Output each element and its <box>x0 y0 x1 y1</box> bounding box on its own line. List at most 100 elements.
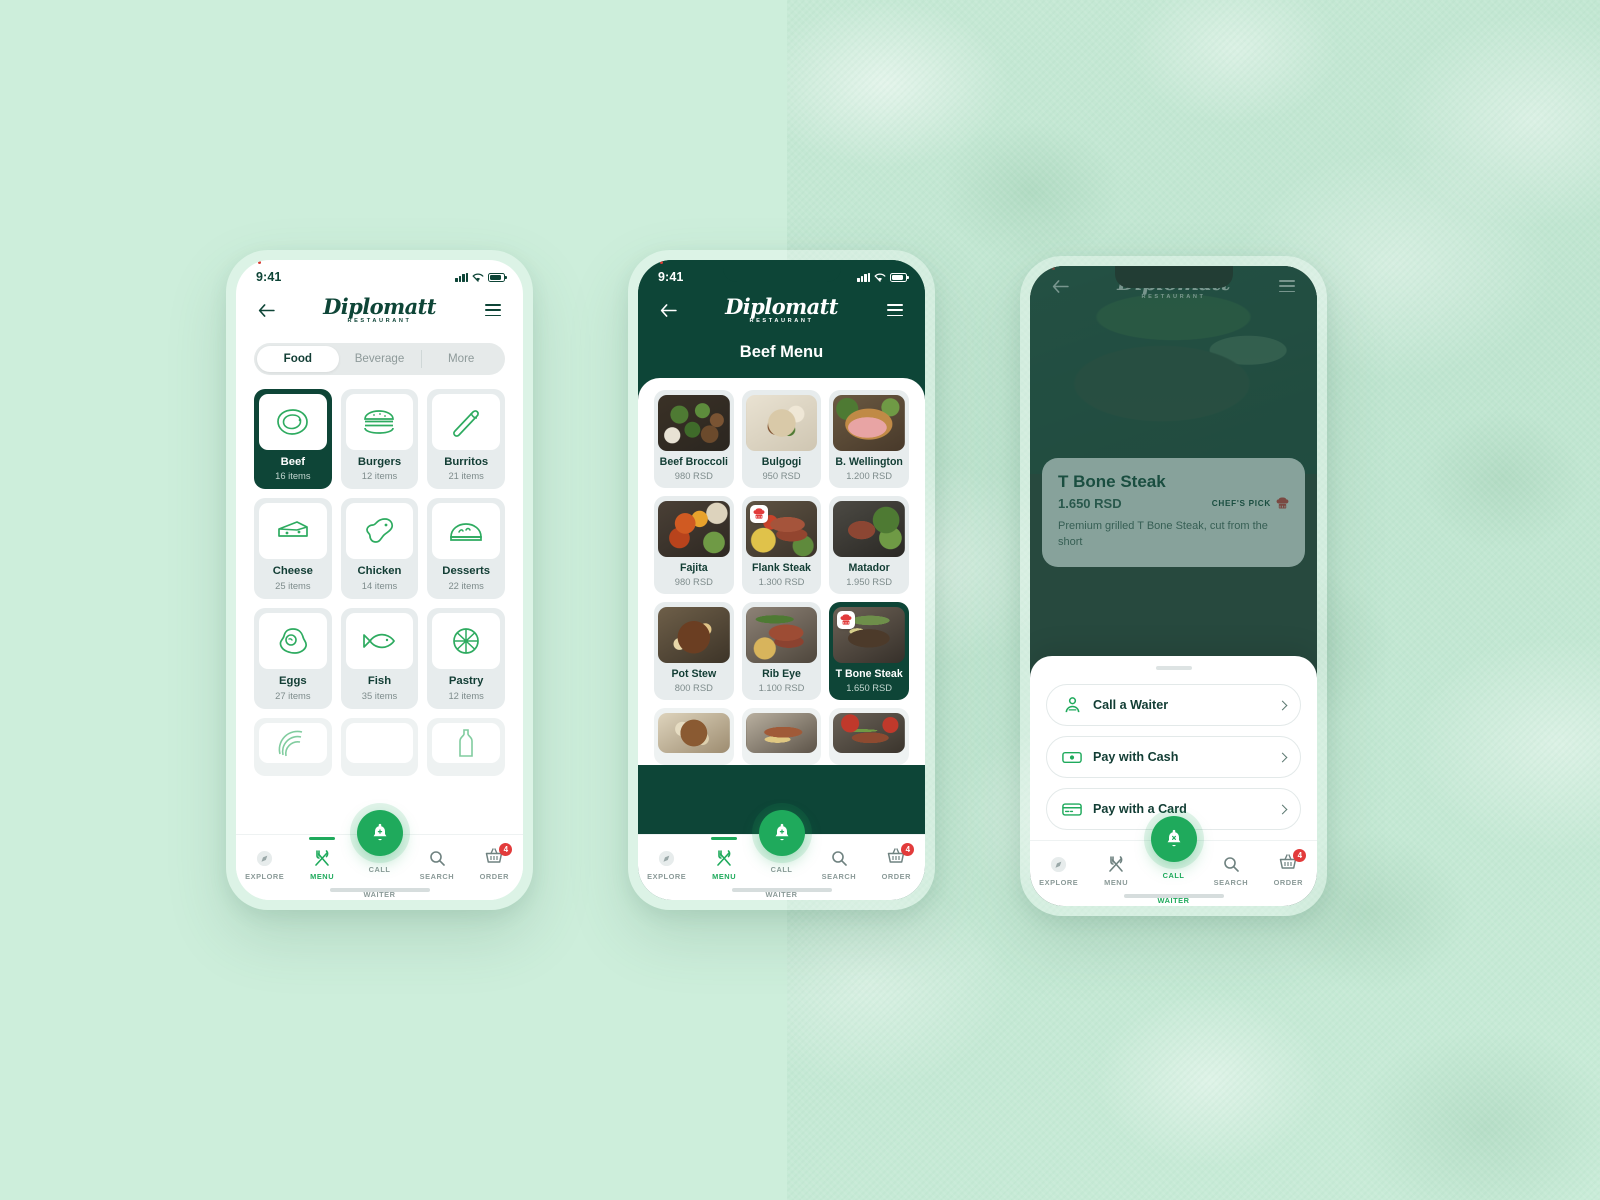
tab-explore[interactable]: EXPLORE <box>638 849 695 881</box>
sheet-action-pay-with-cash[interactable]: Pay with Cash <box>1046 736 1301 778</box>
tab-search[interactable]: SEARCH <box>1202 855 1259 887</box>
category-card-pastry[interactable]: Pastry 12 items <box>427 607 505 709</box>
tab-label: MENU <box>1104 878 1129 887</box>
category-card-partial[interactable] <box>254 717 332 776</box>
call-waiter-fab[interactable] <box>1150 816 1197 862</box>
sheet-action-call-a-waiter[interactable]: Call a Waiter <box>1046 684 1301 726</box>
dish-photo <box>745 713 818 754</box>
dish-price: 1.300 RSD <box>758 576 805 588</box>
wifi-icon <box>472 273 484 282</box>
basket-icon-wrap: 4 <box>466 842 523 867</box>
category-card-cheese[interactable]: Cheese 25 items <box>254 498 332 599</box>
category-card-partial[interactable] <box>340 717 419 776</box>
dish-card-rib-eye[interactable]: Rib Eye 1.100 RSD <box>741 602 822 701</box>
category-count: 16 items <box>275 470 311 482</box>
dish-card-t-bone-steak[interactable]: T Bone Steak 1.650 RSD <box>829 602 909 701</box>
dish-card-pot-stew[interactable]: Pot Stew 800 RSD <box>654 602 734 701</box>
dish-list-sheet: Beef Broccoli 980 RSD Bulgogi 950 RSD B.… <box>638 377 925 766</box>
tab-explore[interactable]: EXPLORE <box>236 849 293 881</box>
tab-order[interactable]: 4 ORDER <box>1260 848 1317 887</box>
cart-badge-count: 4 <box>901 842 915 856</box>
tab-search[interactable]: SEARCH <box>810 849 867 881</box>
dish-name: Fajita <box>679 561 708 574</box>
cheese-icon <box>259 503 327 560</box>
bell-icon <box>373 823 386 841</box>
tab-order[interactable]: 4 ORDER <box>466 842 523 881</box>
brand-logo-text: Diplomatt <box>323 294 436 319</box>
category-card-eggs[interactable]: Eggs 27 items <box>254 607 332 709</box>
dish-price: 1.200 RSD <box>846 469 893 481</box>
chefs-pick-badge <box>837 611 856 630</box>
call-waiter-fab[interactable] <box>356 810 403 856</box>
category-name: Beef <box>280 455 306 468</box>
dish-grid: Beef Broccoli 980 RSD Bulgogi 950 RSD B.… <box>654 389 909 766</box>
sheet-grabber-handle[interactable] <box>1155 666 1192 670</box>
dish-card-beef-broccoli[interactable]: Beef Broccoli 980 RSD <box>654 389 734 488</box>
dish-card-matador[interactable]: Matador 1.950 RSD <box>829 495 909 595</box>
category-name: Pastry <box>448 674 484 687</box>
category-card-fish[interactable]: Fish 35 items <box>340 607 419 709</box>
tab-order[interactable]: 4 ORDER <box>868 842 925 881</box>
page-title: Beef Menu <box>739 342 824 361</box>
category-card-chicken[interactable]: Chicken 14 items <box>340 498 419 599</box>
dish-name: Beef Broccoli <box>659 455 728 468</box>
tab-label: ORDER <box>479 872 510 881</box>
dish-card-partial[interactable] <box>654 708 734 766</box>
tab-label: MENU <box>712 872 737 881</box>
dish-card-partial[interactable] <box>741 708 822 766</box>
tab-search[interactable]: SEARCH <box>408 849 465 881</box>
back-button[interactable] <box>656 298 680 322</box>
back-button[interactable] <box>254 298 278 322</box>
call-waiter-fab[interactable] <box>758 810 805 856</box>
chevron-right-icon <box>1277 752 1288 762</box>
dish-card-fajita[interactable]: Fajita 980 RSD <box>654 495 734 595</box>
dish-detail-card: T Bone Steak 1.650 RSD CHEF'S PICK Premi… <box>1042 458 1305 567</box>
brand-logo-subtitle: RESTAURANT <box>1141 294 1206 300</box>
category-count: 22 items <box>448 579 484 591</box>
dish-card-b-wellington[interactable]: B. Wellington 1.200 RSD <box>829 389 909 488</box>
tab-menu[interactable]: MENU <box>1087 855 1144 887</box>
dish-card-flank-steak[interactable]: Flank Steak 1.300 RSD <box>741 495 822 595</box>
segment-food[interactable]: Food <box>257 345 339 372</box>
actions-bottom-sheet: Call a Waiter Pay with Cash Pay with a C… <box>1030 656 1317 840</box>
tab-label: SEARCH <box>821 872 857 881</box>
category-card-beef[interactable]: Beef 16 items <box>254 388 332 490</box>
fish-icon <box>345 612 414 669</box>
category-card-desserts[interactable]: Desserts 22 items <box>427 498 505 599</box>
tab-menu[interactable]: MENU <box>293 837 350 881</box>
hamburger-menu-button[interactable] <box>481 298 505 322</box>
chefs-pick-badge <box>749 504 768 523</box>
dish-photo <box>745 394 818 451</box>
chef-hat-icon <box>840 614 852 625</box>
brand-logo: Diplomatt RESTAURANT <box>258 261 436 325</box>
logo-accent-dot <box>1052 267 1056 271</box>
category-card-burritos[interactable]: Burritos 21 items <box>427 388 505 490</box>
burger-icon <box>345 393 414 450</box>
hamburger-menu-button[interactable] <box>883 298 907 322</box>
dish-card-bulgogi[interactable]: Bulgogi 950 RSD <box>741 389 822 488</box>
dish-photo <box>833 713 905 754</box>
bell-icon <box>1167 829 1180 847</box>
app-header: Diplomatt RESTAURANT <box>638 261 925 327</box>
dish-card-partial[interactable] <box>829 708 909 766</box>
tab-menu[interactable]: MENU <box>695 837 752 881</box>
tab-explore[interactable]: EXPLORE <box>1030 855 1087 887</box>
category-card-partial[interactable] <box>427 717 505 776</box>
brand-logo-subtitle: RESTAURANT <box>749 318 814 324</box>
hamburger-icon <box>485 304 501 317</box>
sheet-action-label: Call a Waiter <box>1093 698 1169 712</box>
back-button[interactable] <box>1048 274 1072 298</box>
segment-beverage[interactable]: Beverage <box>339 346 421 372</box>
chef-hat-icon <box>1276 497 1289 509</box>
chefs-pick-label-group: CHEF'S PICK <box>1212 497 1289 510</box>
status-time: 9:41 <box>658 270 684 284</box>
segment-more[interactable]: More <box>420 346 502 372</box>
tab-label: SEARCH <box>419 872 455 881</box>
tab-label-line2: WAITER <box>1157 896 1190 906</box>
category-name: Burritos <box>444 455 489 468</box>
category-card-burgers[interactable]: Burgers 12 items <box>340 388 419 490</box>
tab-label: EXPLORE <box>647 872 687 881</box>
hamburger-menu-button[interactable] <box>1275 274 1299 298</box>
category-count: 25 items <box>275 579 311 591</box>
category-type-segmented-control[interactable]: Food Beverage More <box>254 342 505 375</box>
